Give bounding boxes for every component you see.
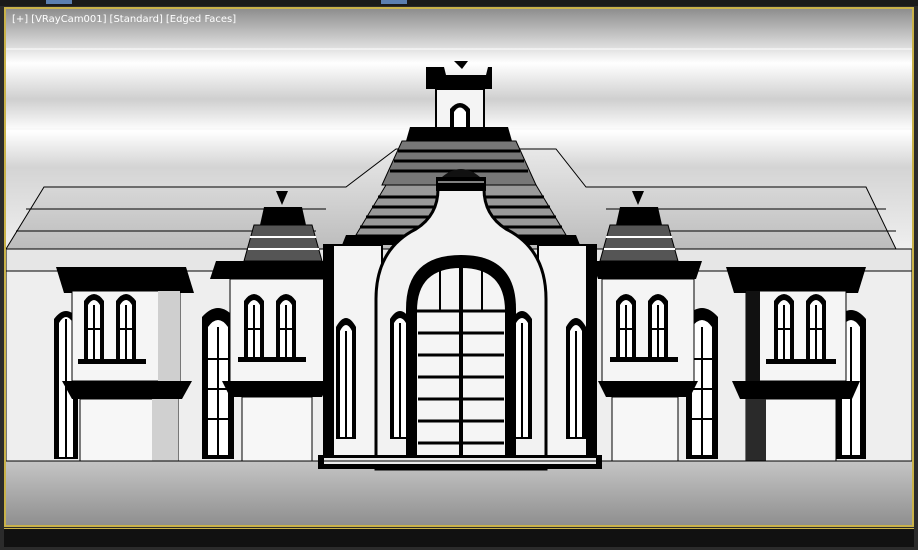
- app-window: [+] [VRayCam001] [Standard] [Edged Faces…: [0, 0, 918, 550]
- shading-selector[interactable]: [Standard]: [110, 14, 163, 25]
- toolbar-tab[interactable]: [381, 0, 407, 4]
- top-toolbar-strip: [0, 0, 918, 6]
- camera-selector[interactable]: [VRayCam001]: [31, 14, 106, 25]
- rendered-scene: [6, 9, 912, 525]
- display-mode-selector[interactable]: [Edged Faces]: [166, 14, 236, 25]
- camera-viewport[interactable]: [+] [VRayCam001] [Standard] [Edged Faces…: [4, 7, 914, 527]
- viewport-bottom-bar: [4, 528, 914, 547]
- viewport-label: [+] [VRayCam001] [Standard] [Edged Faces…: [12, 14, 236, 25]
- toolbar-tab[interactable]: [46, 0, 72, 4]
- viewport-menu-button[interactable]: [+]: [12, 14, 28, 25]
